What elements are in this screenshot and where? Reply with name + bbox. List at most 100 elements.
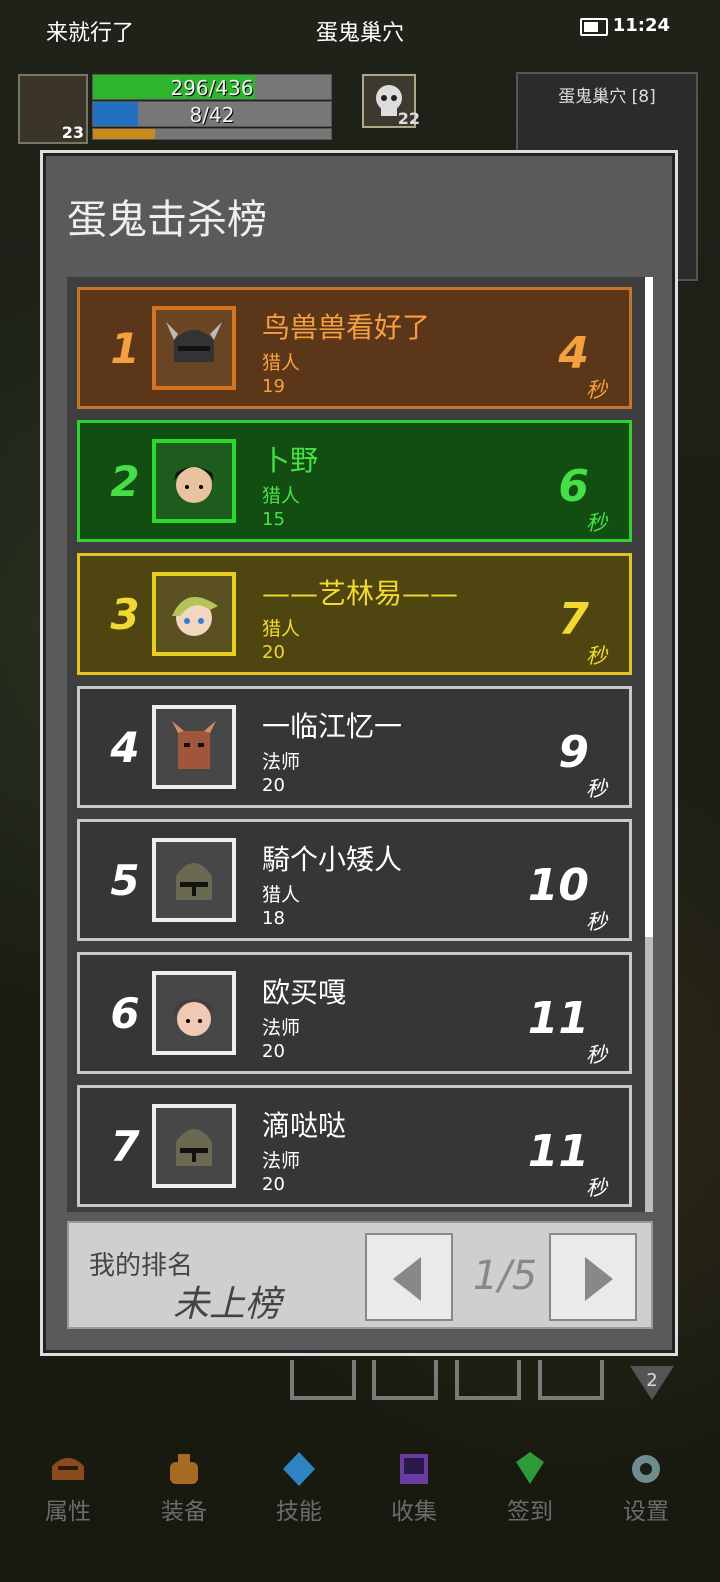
leaderboard-row[interactable]: 4 一临江忆一 法师 20 9 秒 [77,686,632,808]
mp-bar: 8/42 [92,101,332,127]
knight-helmet-icon [152,1104,236,1188]
rank-number: 6 [110,989,140,1038]
horned-helmet-icon [152,306,236,390]
player-class: 法师 [262,1150,301,1172]
prev-page-button[interactable] [365,1233,453,1321]
player-class: 猎人 [262,884,301,906]
knight-helmet-icon [152,838,236,922]
next-page-button[interactable] [549,1233,637,1321]
player-level-value: 20 [262,775,285,796]
kill-time: 4 [558,328,589,379]
kill-time: 6 [558,461,589,512]
quick-slot[interactable] [455,1360,521,1400]
my-rank-bar: 我的排名 未上榜 1/5 [67,1221,653,1329]
leaderboard-row[interactable]: 5 騎个小矮人 猎人 18 10 秒 [77,819,632,941]
leaderboard-row[interactable]: 3 ——艺林易—— 猎人 20 7 秒 [77,553,632,675]
leaderboard-row[interactable]: 1 鸟兽兽看好了 猎人 19 4 秒 [77,287,632,409]
player-class: 法师 [262,751,301,773]
player-name: 欧买嘎 [262,976,347,1009]
rank-number: 2 [110,457,140,506]
arrow-right-icon [585,1257,613,1301]
player-level-value: 18 [262,908,285,929]
player-level-value: 20 [262,1174,285,1195]
helmet-boy-icon [152,971,236,1055]
player-name: ——艺林易—— [262,577,459,610]
tab-skills[interactable]: 技能 [249,1450,349,1526]
scroll-thumb[interactable] [645,277,653,937]
bag-icon [164,1450,204,1488]
page-indicator: 1/5 [472,1253,538,1299]
scrollbar[interactable] [645,277,653,1212]
tab-label: 技能 [276,1499,322,1525]
player-level-value: 15 [262,509,285,530]
rank-number: 3 [110,590,140,639]
mp-text: 8/42 [189,103,235,127]
player-level-value: 20 [262,1041,285,1062]
kill-time: 9 [558,727,589,778]
tab-checkin[interactable]: 签到 [480,1450,580,1526]
seconds-unit: 秒 [586,1176,607,1200]
player-name: 騎个小矮人 [262,843,403,876]
player-avatar[interactable]: 23 [18,74,88,144]
seconds-unit: 秒 [586,644,607,668]
quick-slot[interactable] [372,1360,438,1400]
tab-collection[interactable]: 收集 [364,1450,464,1526]
player-name: 鸟兽兽看好了 [262,311,431,344]
status-time: 11:24 [612,15,670,36]
player-class: 猎人 [262,485,301,507]
kill-time: 11 [527,993,589,1044]
leaderboard-row[interactable]: 7 滴哒哒 法师 20 11 秒 [77,1085,632,1207]
blond-hair-girl-icon [152,572,236,656]
minimap-title: 蛋鬼巢穴 [8] [558,87,656,107]
player-name: 卜野 [262,444,319,477]
leaderboard-row[interactable]: 2 卜野 猎人 15 6 秒 [77,420,632,542]
kill-time: 10 [527,860,589,911]
hp-text: 296/436 [170,76,254,100]
player-name: 滴哒哒 [262,1109,347,1142]
player-class: 猎人 [262,618,301,640]
player-level-value: 20 [262,642,285,663]
tab-label: 收集 [391,1499,437,1525]
player-level: 23 [61,123,84,142]
tab-settings[interactable]: 设置 [596,1450,696,1526]
kill-leaderboard-panel: 蛋鬼击杀榜 1 鸟兽兽看好了 猎人 19 4 秒 2 卜野 猎人 15 6 秒 [40,150,678,1356]
tab-label: 装备 [161,1499,207,1525]
xp-bar [92,128,332,140]
tab-attributes[interactable]: 属性 [18,1450,118,1526]
seconds-unit: 秒 [586,511,607,535]
my-rank-value: 未上榜 [173,1284,282,1325]
seconds-unit: 秒 [586,378,607,402]
quick-slot[interactable] [290,1360,356,1400]
tab-label: 属性 [45,1499,91,1525]
rank-number: 5 [110,856,140,905]
quick-slot[interactable] [538,1360,604,1400]
kill-time: 11 [527,1126,589,1177]
leaderboard-list[interactable]: 1 鸟兽兽看好了 猎人 19 4 秒 2 卜野 猎人 15 6 秒 3 ——艺林… [67,277,653,1212]
kill-time: 7 [558,594,589,645]
horned-mask-icon [152,705,236,789]
leaderboard-row[interactable]: 6 欧买嘎 法师 20 11 秒 [77,952,632,1074]
gear-icon [626,1450,666,1488]
enemy-target[interactable]: 22 [362,74,420,128]
player-class: 猎人 [262,352,301,374]
player-name: 一临江忆一 [262,710,403,743]
seconds-unit: 秒 [586,777,607,801]
tab-equipment[interactable]: 装备 [134,1450,234,1526]
status-bar: 来就行了 蛋鬼巢穴 11:24 [0,0,720,60]
rank-number: 4 [110,723,140,772]
helmet-icon [48,1450,88,1488]
black-hair-boy-icon [152,439,236,523]
xp-fill [93,129,155,139]
seconds-unit: 秒 [586,1043,607,1067]
page-title: 蛋鬼击杀榜 [67,197,267,243]
hp-bar: 296/436 [92,74,332,100]
seconds-unit: 秒 [586,910,607,934]
tab-label: 签到 [507,1499,553,1525]
player-level-value: 19 [262,376,285,397]
book-icon [394,1450,434,1488]
rank-number: 7 [110,1122,140,1171]
tab-label: 设置 [623,1499,669,1525]
rank-number: 1 [110,324,140,373]
crystal-icon [279,1450,319,1488]
player-class: 法师 [262,1017,301,1039]
